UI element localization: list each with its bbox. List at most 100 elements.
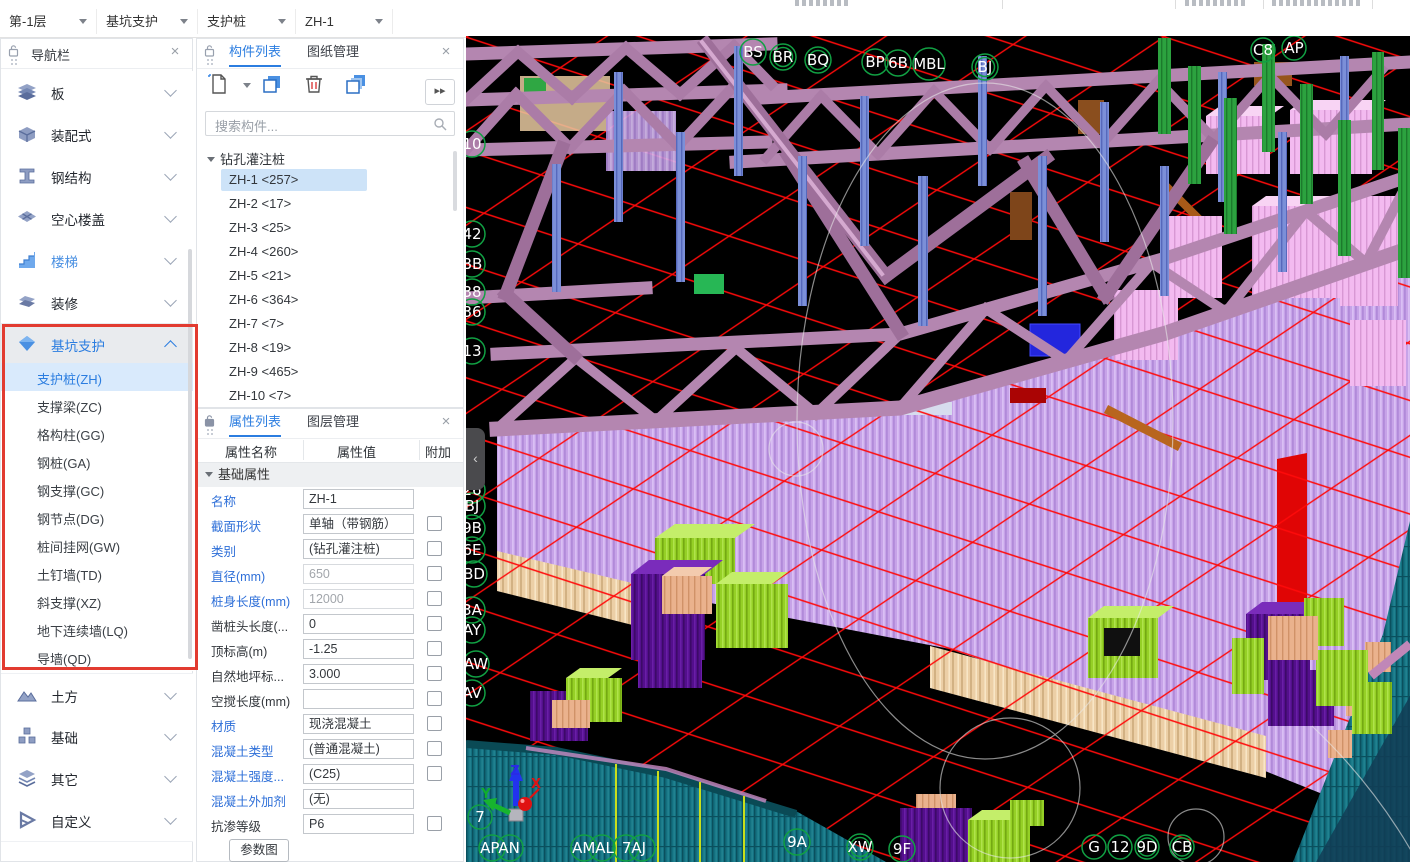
delete-component-button[interactable] <box>301 71 335 105</box>
property-value-input[interactable]: 单轴（带钢筋） <box>303 514 414 534</box>
close-icon[interactable]: × <box>437 413 455 431</box>
sidebar-item-slab[interactable]: 板 <box>1 71 193 114</box>
sidebar-item-stairs[interactable]: 楼梯 <box>1 239 193 282</box>
3d-viewport[interactable]: BSBRBQ BP6BMBL BJC8AP 1042BB 383613 26BJ… <box>466 36 1410 862</box>
attach-checkbox[interactable] <box>427 741 442 756</box>
property-value-input[interactable]: (无) <box>303 789 414 809</box>
lock-icon[interactable] <box>204 44 215 57</box>
sidebar-item-zhuangjianguawang[interactable]: 桩间挂网(GW) <box>1 531 193 559</box>
floor-selector-dropdown[interactable]: 第-1层 <box>0 9 97 34</box>
attach-checkbox[interactable] <box>427 691 442 706</box>
attach-checkbox[interactable] <box>427 641 442 656</box>
chevron-down-icon[interactable] <box>164 294 177 307</box>
new-component-button[interactable] <box>205 71 251 105</box>
chevron-down-icon[interactable] <box>164 126 177 139</box>
attach-checkbox[interactable] <box>427 766 442 781</box>
tree-group-drilled-pile[interactable]: 钻孔灌注桩 <box>207 149 285 168</box>
chevron-down-icon[interactable] <box>164 168 177 181</box>
copy-component-button[interactable] <box>259 71 293 105</box>
lock-icon[interactable] <box>8 44 19 57</box>
sidebar-item-tudingqiang[interactable]: 土钉墙(TD) <box>1 559 193 587</box>
chevron-down-icon[interactable] <box>164 252 177 265</box>
property-value-input[interactable]: P6 <box>303 814 414 834</box>
sidebar-item-foundation[interactable]: 基础 <box>1 715 193 758</box>
chevron-down-icon[interactable] <box>243 83 251 88</box>
chevron-up-icon[interactable] <box>164 340 177 353</box>
chevron-down-icon[interactable] <box>164 84 177 97</box>
list-item[interactable]: ZH-2 <17> <box>221 193 367 215</box>
list-item[interactable]: ZH-8 <19> <box>221 337 367 359</box>
chevron-down-icon[interactable] <box>164 210 177 223</box>
property-value-input[interactable]: (普通混凝土) <box>303 739 414 759</box>
3d-scene: BSBRBQ BP6BMBL BJC8AP 1042BB 383613 26BJ… <box>466 36 1410 862</box>
attach-checkbox[interactable] <box>427 566 442 581</box>
sidebar-item-gegouzhu[interactable]: 格构柱(GG) <box>1 419 193 447</box>
chevron-down-icon[interactable] <box>164 812 177 825</box>
close-icon[interactable]: × <box>166 43 184 61</box>
sidebar-item-custom[interactable]: 自定义 <box>1 799 193 842</box>
sidebar-group-pit-support[interactable]: 基坑支护 <box>1 323 193 364</box>
search-input[interactable]: 搜索构件... <box>205 111 455 136</box>
tab-layer-management[interactable]: 图层管理 <box>307 409 359 435</box>
sidebar-item-prefab[interactable]: 装配式 <box>1 113 193 156</box>
list-item[interactable]: ZH-9 <465> <box>221 361 367 383</box>
attach-checkbox[interactable] <box>427 616 442 631</box>
property-value-input[interactable]: -1.25 <box>303 639 414 659</box>
attach-checkbox[interactable] <box>427 516 442 531</box>
sidebar-item-hollow-slab[interactable]: 空心楼盖 <box>1 197 193 240</box>
list-item[interactable]: ZH-7 <7> <box>221 313 367 335</box>
sidebar-item-earthwork[interactable]: 土方 <box>1 673 193 717</box>
property-group-basic[interactable]: 基础属性 <box>197 463 463 487</box>
list-item[interactable]: ZH-1 <257> <box>221 169 367 191</box>
drag-handle-icon[interactable] <box>206 428 213 436</box>
attach-checkbox[interactable] <box>427 541 442 556</box>
attach-checkbox[interactable] <box>427 816 442 831</box>
sidebar-item-gangzhicheng[interactable]: 钢支撑(GC) <box>1 475 193 503</box>
sidebar-item-gangjiedian[interactable]: 钢节点(DG) <box>1 503 193 531</box>
component-dropdown[interactable]: ZH-1 <box>296 9 393 34</box>
category-dropdown[interactable]: 基坑支护 <box>97 9 198 34</box>
attach-checkbox[interactable] <box>427 666 442 681</box>
parameter-diagram-button[interactable]: 参数图 <box>229 839 289 862</box>
list-item[interactable]: ZH-5 <21> <box>221 265 367 287</box>
sidebar-item-xiezhicheng[interactable]: 斜支撑(XZ) <box>1 587 193 615</box>
list-item[interactable]: ZH-6 <364> <box>221 289 367 311</box>
element-type-dropdown[interactable]: 支护桩 <box>198 9 296 34</box>
sidebar-scrollbar[interactable] <box>188 249 192 659</box>
collapse-panel-tab[interactable]: ‹ <box>466 428 485 490</box>
tab-component-list[interactable]: 构件列表 <box>229 39 281 67</box>
drag-handle-icon[interactable] <box>206 58 213 66</box>
drag-handle-icon[interactable] <box>10 58 17 66</box>
list-scrollbar[interactable] <box>453 151 457 211</box>
property-value-input[interactable]: (C25) <box>303 764 414 784</box>
chevron-down-icon[interactable] <box>164 770 177 783</box>
tab-drawing-management[interactable]: 图纸管理 <box>307 39 359 65</box>
property-value-input[interactable]: ZH-1 <box>303 489 414 509</box>
sidebar-item-other[interactable]: 其它 <box>1 757 193 800</box>
attach-checkbox[interactable] <box>427 591 442 606</box>
property-value-input[interactable]: 3.000 <box>303 664 414 684</box>
property-value-input[interactable]: (钻孔灌注桩) <box>303 539 414 559</box>
tab-property-list[interactable]: 属性列表 <box>229 409 281 437</box>
sidebar-item-steel[interactable]: 钢结构 <box>1 155 193 198</box>
expand-toolbar-button[interactable]: ▸▸ <box>425 79 455 105</box>
svg-text:AW: AW <box>466 655 488 673</box>
attach-checkbox[interactable] <box>427 716 442 731</box>
sidebar-item-dixialianxuqiang[interactable]: 地下连续墙(LQ) <box>1 615 193 643</box>
copy-layers-button[interactable] <box>343 71 377 105</box>
property-value-input[interactable] <box>303 689 414 709</box>
chevron-down-icon[interactable] <box>164 728 177 741</box>
sidebar-item-zhichengliang[interactable]: 支撑梁(ZC) <box>1 391 193 419</box>
sidebar-item-decoration[interactable]: 装修 <box>1 281 193 324</box>
sidebar-item-gangzhuang[interactable]: 钢桩(GA) <box>1 447 193 475</box>
chevron-down-icon[interactable] <box>164 687 177 700</box>
sidebar-item-zhihuzhuang[interactable]: 支护桩(ZH) <box>1 363 193 391</box>
list-item[interactable]: ZH-3 <25> <box>221 217 367 239</box>
close-icon[interactable]: × <box>437 43 455 61</box>
lock-icon[interactable] <box>204 414 215 427</box>
property-value-input[interactable]: 现浇混凝土 <box>303 714 414 734</box>
list-item[interactable]: ZH-10 <7> <box>221 385 367 407</box>
property-value-input[interactable]: 0 <box>303 614 414 634</box>
sidebar-item-daoqiang[interactable]: 导墙(QD) <box>1 643 193 671</box>
list-item[interactable]: ZH-4 <260> <box>221 241 367 263</box>
